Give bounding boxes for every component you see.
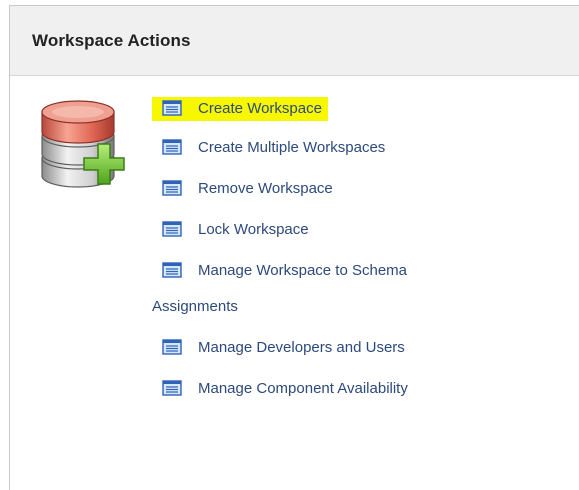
list-document-icon (162, 339, 182, 355)
manage-developers-and-users-link[interactable]: Manage Developers and Users (152, 338, 572, 358)
database-add-icon (41, 100, 125, 188)
actions-list: Create Workspace Create Multiple Workspa… (152, 97, 572, 420)
manage-component-availability-label: Manage Component Availability (198, 380, 408, 397)
create-workspace-label: Create Workspace (198, 100, 322, 117)
panel-title: Workspace Actions (32, 30, 191, 50)
lock-workspace-label: Lock Workspace (198, 221, 309, 238)
list-document-icon (162, 262, 182, 278)
lock-workspace-link[interactable]: Lock Workspace (152, 220, 572, 240)
create-multiple-workspaces-label: Create Multiple Workspaces (198, 139, 386, 156)
list-document-icon (162, 100, 182, 116)
manage-developers-and-users-label: Manage Developers and Users (198, 339, 405, 356)
remove-workspace-link[interactable]: Remove Workspace (152, 179, 572, 199)
remove-workspace-label: Remove Workspace (198, 180, 333, 197)
manage-workspace-to-schema-label-line1: Manage Workspace to Schema (198, 262, 407, 279)
manage-workspace-to-schema-label-line2: Assignments (152, 298, 238, 315)
workspace-actions-panel: Workspace Actions Create Workspace Creat… (9, 5, 579, 490)
panel-header: Workspace Actions (10, 6, 579, 76)
create-workspace-link[interactable]: Create Workspace (152, 97, 328, 121)
manage-workspace-to-schema-assignments-link[interactable]: Manage Workspace to Schema Assignments (152, 261, 572, 317)
list-document-icon (162, 221, 182, 237)
list-document-icon (162, 139, 182, 155)
manage-component-availability-link[interactable]: Manage Component Availability (152, 379, 572, 399)
create-multiple-workspaces-link[interactable]: Create Multiple Workspaces (152, 138, 572, 158)
list-document-icon (162, 380, 182, 396)
list-document-icon (162, 180, 182, 196)
